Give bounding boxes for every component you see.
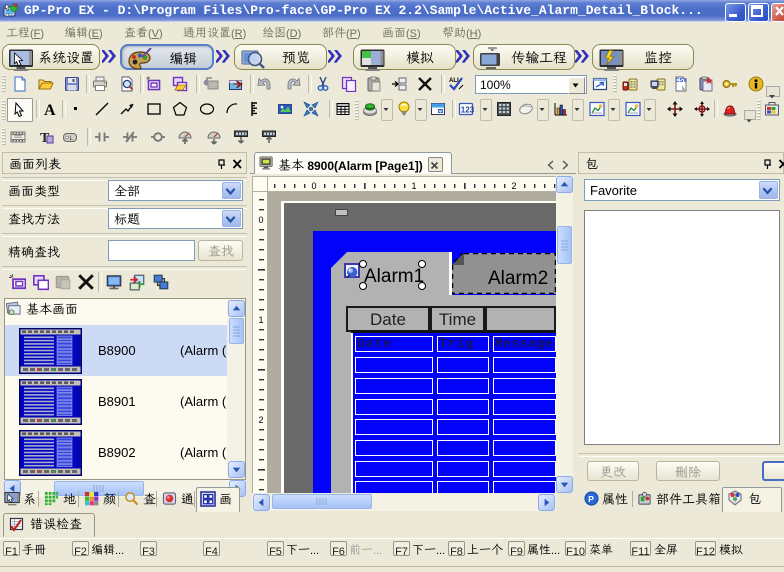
svg-text:1: 1 [411, 181, 416, 191]
svg-text:P: P [588, 494, 594, 504]
svg-text:2: 2 [511, 181, 516, 191]
svg-text:123: 123 [461, 106, 474, 115]
svg-text:1: 1 [258, 315, 263, 325]
svg-text:2: 2 [258, 415, 263, 425]
svg-text:A: A [44, 102, 56, 117]
svg-text:CSV: CSV [676, 78, 688, 84]
svg-text:0: 0 [311, 181, 316, 191]
svg-text:0: 0 [258, 215, 263, 225]
